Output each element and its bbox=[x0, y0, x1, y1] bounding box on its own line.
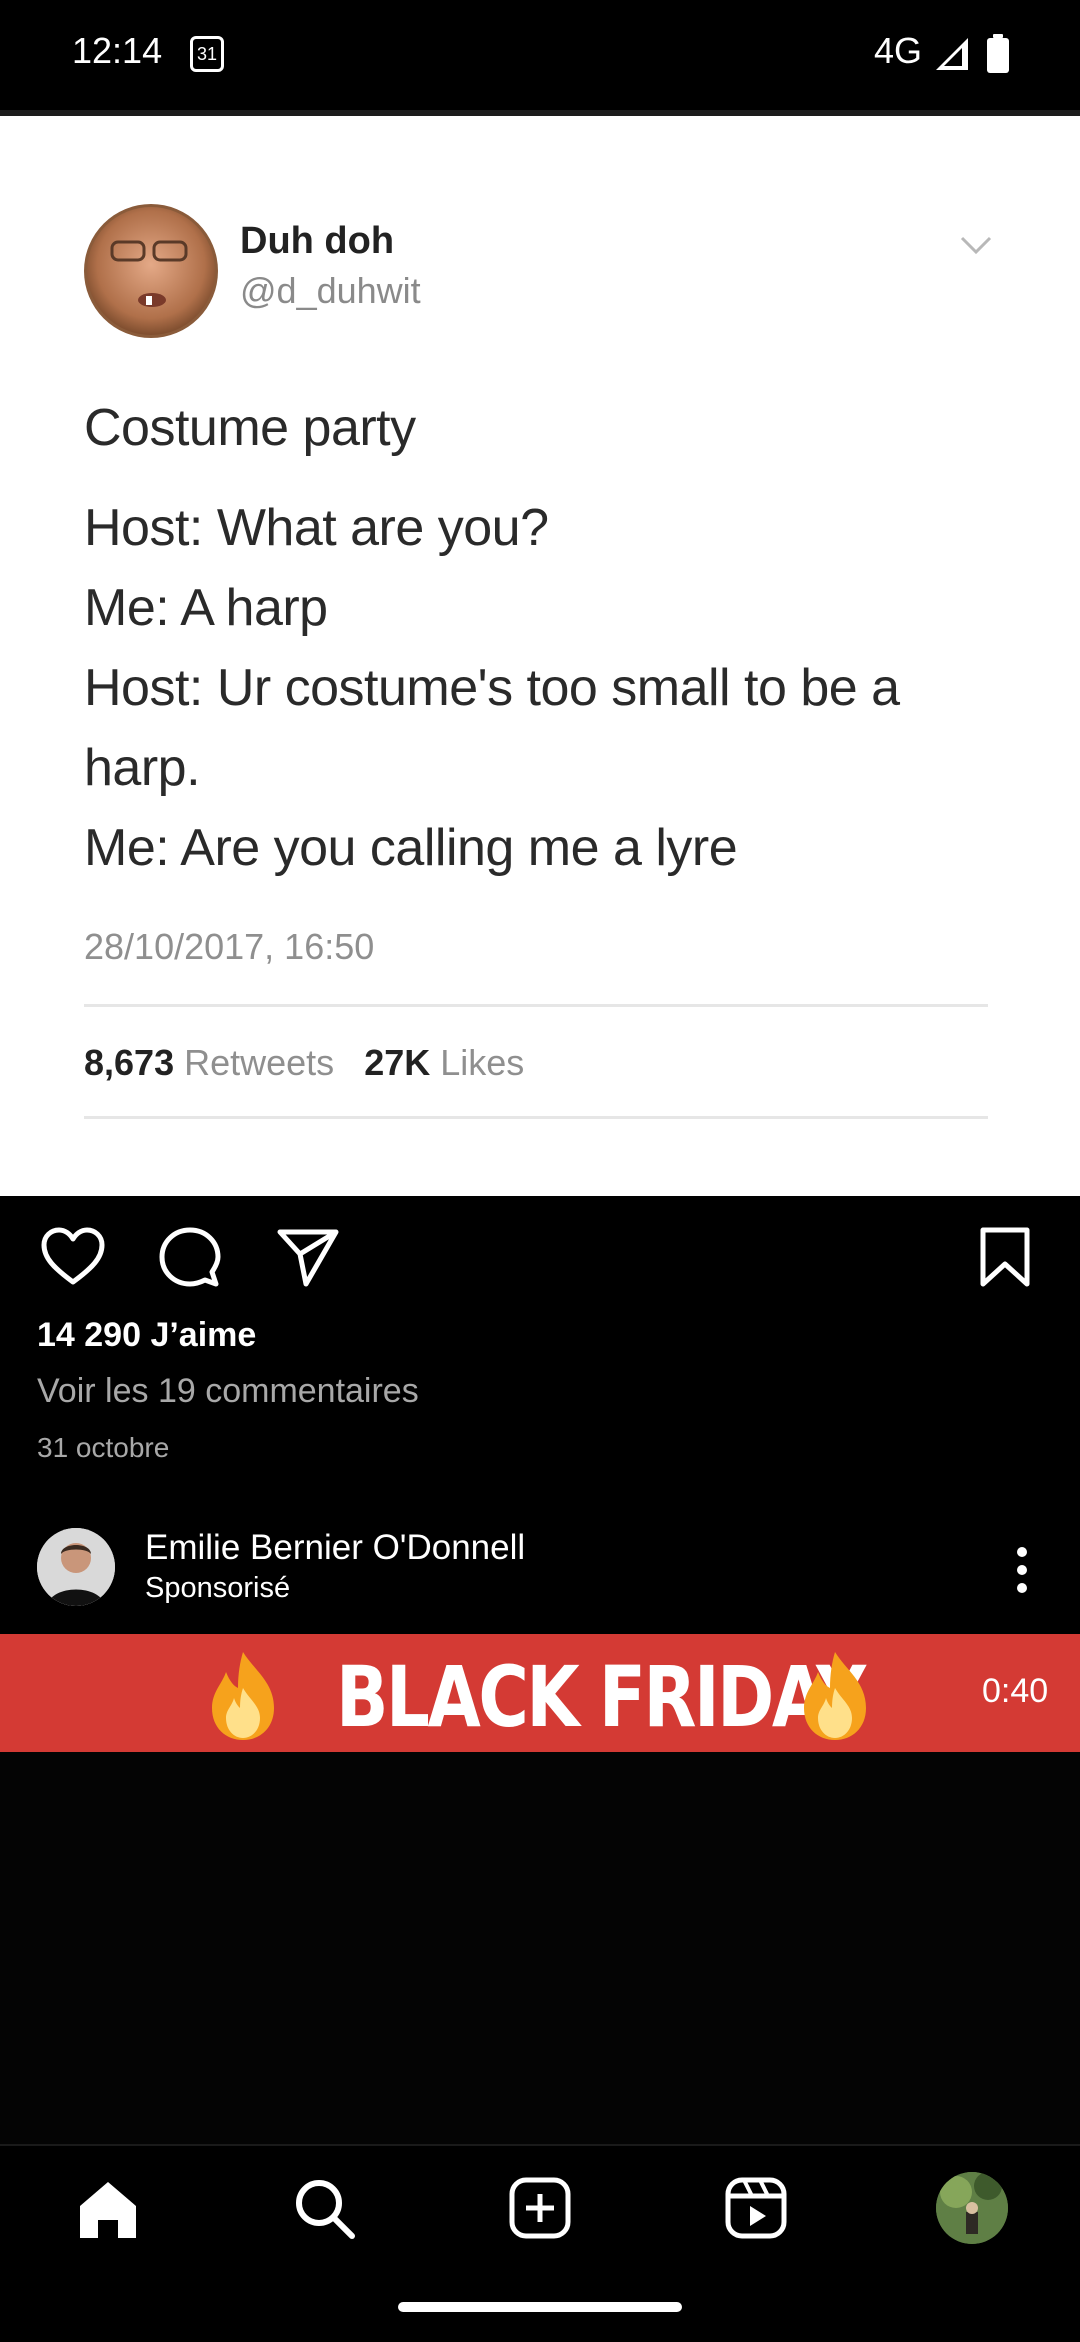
view-comments-link[interactable]: Voir les 19 commentaires bbox=[37, 1372, 419, 1411]
sponsored-label: Sponsorisé bbox=[145, 1572, 291, 1604]
sponsor-avatar[interactable] bbox=[37, 1528, 115, 1606]
home-icon[interactable] bbox=[76, 2178, 140, 2240]
tweet-text-line: Costume party bbox=[84, 399, 416, 457]
tweet-divider bbox=[84, 1116, 988, 1119]
retweet-count: 8,673 bbox=[84, 1042, 175, 1083]
tweet-like-count: 27K bbox=[364, 1042, 431, 1083]
like-count[interactable]: 14 290 J’aime bbox=[37, 1316, 256, 1355]
video-timer: 0:40 bbox=[982, 1672, 1049, 1710]
search-icon[interactable] bbox=[292, 2176, 356, 2240]
more-options-icon[interactable] bbox=[1012, 1546, 1032, 1594]
tweet-like-label: Likes bbox=[440, 1042, 525, 1083]
calendar-icon: 31 bbox=[190, 36, 224, 72]
bookmark-icon[interactable] bbox=[978, 1226, 1032, 1288]
profile-avatar[interactable] bbox=[936, 2172, 1008, 2244]
signal-icon bbox=[936, 38, 968, 70]
comment-icon[interactable] bbox=[158, 1226, 222, 1290]
fire-icon bbox=[212, 1652, 274, 1740]
tweet-text-line: Me: Are you calling me a lyre bbox=[84, 819, 738, 877]
fire-icon bbox=[804, 1652, 866, 1740]
tweet-author-handle: @d_duhwit bbox=[240, 270, 421, 311]
tweet-author-name: Duh doh bbox=[240, 220, 395, 262]
bottom-nav bbox=[0, 2144, 1080, 2342]
create-icon[interactable] bbox=[508, 2176, 572, 2240]
banner-text: BLACK FRIDAY bbox=[336, 1648, 866, 1746]
retweet-label: Retweets bbox=[184, 1042, 335, 1083]
ad-banner[interactable]: BLACK FRIDAY 0:40 bbox=[0, 1634, 1080, 1752]
reels-icon[interactable] bbox=[724, 2176, 788, 2240]
status-time: 12:14 bbox=[72, 30, 163, 71]
sponsor-name[interactable]: Emilie Bernier O'Donnell bbox=[145, 1528, 525, 1568]
battery-icon bbox=[987, 34, 1009, 73]
tweet-text-line: Host: What are you? bbox=[84, 499, 549, 557]
tweet-divider bbox=[84, 1004, 988, 1007]
tweet-text-line: Host: Ur costume's too small to be a bbox=[84, 659, 900, 717]
status-bar: 12:14 31 4G bbox=[0, 0, 1080, 110]
post-date: 31 octobre bbox=[37, 1432, 170, 1463]
share-icon[interactable] bbox=[276, 1226, 340, 1288]
post-image[interactable]: Duh doh @d_duhwit Costume party Host: Wh… bbox=[0, 116, 1080, 1196]
tweet-stats: 8,673 Retweets 27K Likes bbox=[84, 1042, 524, 1084]
network-type: 4G bbox=[874, 30, 923, 71]
tweet-avatar bbox=[84, 204, 218, 338]
sponsored-video[interactable] bbox=[0, 1752, 1080, 2144]
chevron-down-icon bbox=[960, 236, 992, 255]
home-indicator[interactable] bbox=[398, 2302, 682, 2312]
tweet-text-line: Me: A harp bbox=[84, 579, 328, 637]
tweet-date: 28/10/2017, 16:50 bbox=[84, 926, 375, 967]
heart-icon[interactable] bbox=[40, 1226, 106, 1286]
tweet-text-line: harp. bbox=[84, 739, 201, 797]
